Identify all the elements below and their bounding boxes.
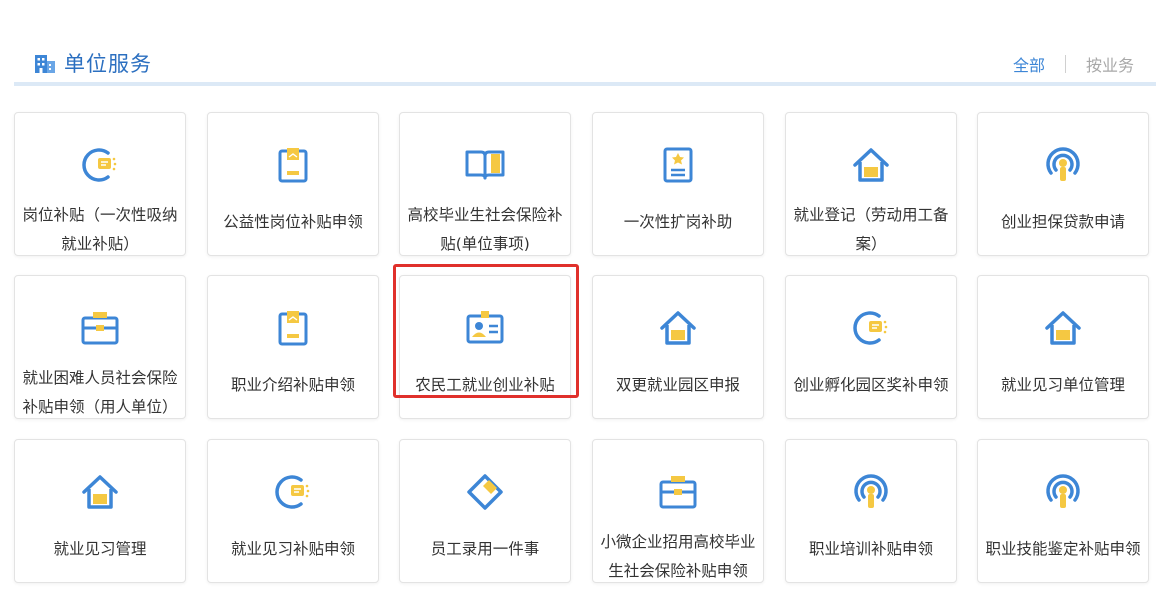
service-card[interactable]: 员工录用一件事: [399, 439, 571, 583]
service-label: 职业培训补贴申领: [808, 540, 933, 558]
service-label: 岗位补贴（一次性吸纳就业补贴）: [22, 206, 178, 253]
service-card[interactable]: 就业见习补贴申领: [207, 439, 379, 583]
filter-tabs: 全部 按业务: [1013, 52, 1134, 76]
service-label: 一次性扩岗补助: [623, 213, 733, 231]
service-card[interactable]: 高校毕业生社会保险补贴(单位事项): [399, 112, 571, 256]
divider: [1064, 55, 1066, 73]
house-icon: [656, 306, 700, 350]
service-card[interactable]: 职业介绍补贴申领: [207, 275, 379, 419]
service-card[interactable]: 就业困难人员社会保险补贴申领（用人单位）: [14, 275, 186, 419]
service-label: 高校毕业生社会保险补贴(单位事项): [407, 206, 563, 253]
service-label: 创业孵化园区奖补申领: [793, 376, 949, 394]
service-card[interactable]: 职业培训补贴申领: [785, 439, 957, 583]
service-label: 职业介绍补贴申领: [230, 376, 355, 394]
service-card[interactable]: 一次性扩岗补助: [592, 112, 764, 256]
service-card[interactable]: 创业担保贷款申请: [977, 112, 1149, 256]
book-icon: [463, 143, 507, 187]
service-label: 员工录用一件事: [430, 540, 540, 558]
service-label: 就业见习单位管理: [1000, 376, 1125, 394]
house-icon: [78, 470, 122, 514]
service-card[interactable]: 职业技能鉴定补贴申领: [977, 439, 1149, 583]
highlight-box: [393, 264, 579, 398]
document-icon: [271, 143, 315, 187]
service-label: 创业担保贷款申请: [1000, 213, 1125, 231]
building-icon: [35, 55, 55, 73]
section-title: 单位服务: [34, 48, 152, 78]
signal-icon: [1041, 143, 1085, 187]
coin-c-icon: [271, 470, 315, 514]
diamond-tag-icon: [463, 470, 507, 514]
certificate-icon: [656, 143, 700, 187]
signal-icon: [849, 470, 893, 514]
service-card[interactable]: 双更就业园区申报: [592, 275, 764, 419]
service-card[interactable]: 公益性岗位补贴申领: [207, 112, 379, 256]
service-card[interactable]: 创业孵化园区奖补申领: [785, 275, 957, 419]
tab-by-business[interactable]: 按业务: [1086, 52, 1134, 76]
page-title: 单位服务: [64, 52, 152, 76]
coin-c-icon: [78, 143, 122, 187]
service-label: 就业见习补贴申领: [230, 540, 355, 558]
service-label: 就业登记（劳动用工备案）: [793, 206, 949, 253]
document-icon: [271, 306, 315, 350]
service-card[interactable]: 就业登记（劳动用工备案）: [785, 112, 957, 256]
service-card[interactable]: 小微企业招用高校毕业生社会保险补贴申领: [592, 439, 764, 583]
house-icon: [1041, 306, 1085, 350]
service-card[interactable]: 就业见习单位管理: [977, 275, 1149, 419]
header-underline: [14, 82, 1156, 86]
section-header: 单位服务 全部 按业务: [14, 40, 1156, 86]
briefcase-icon: [656, 470, 700, 514]
service-label: 就业困难人员社会保险补贴申领（用人单位）: [22, 369, 178, 416]
service-label: 双更就业园区申报: [615, 376, 740, 394]
tab-all[interactable]: 全部: [1013, 52, 1045, 76]
service-card[interactable]: 岗位补贴（一次性吸纳就业补贴）: [14, 112, 186, 256]
service-label: 职业技能鉴定补贴申领: [985, 540, 1141, 558]
service-label: 小微企业招用高校毕业生社会保险补贴申领: [600, 533, 756, 580]
briefcase-icon: [78, 306, 122, 350]
house-icon: [849, 143, 893, 187]
coin-c-icon: [849, 306, 893, 350]
service-card[interactable]: 就业见习管理: [14, 439, 186, 583]
service-label: 公益性岗位补贴申领: [223, 213, 363, 231]
signal-icon: [1041, 470, 1085, 514]
service-label: 就业见习管理: [53, 540, 147, 558]
